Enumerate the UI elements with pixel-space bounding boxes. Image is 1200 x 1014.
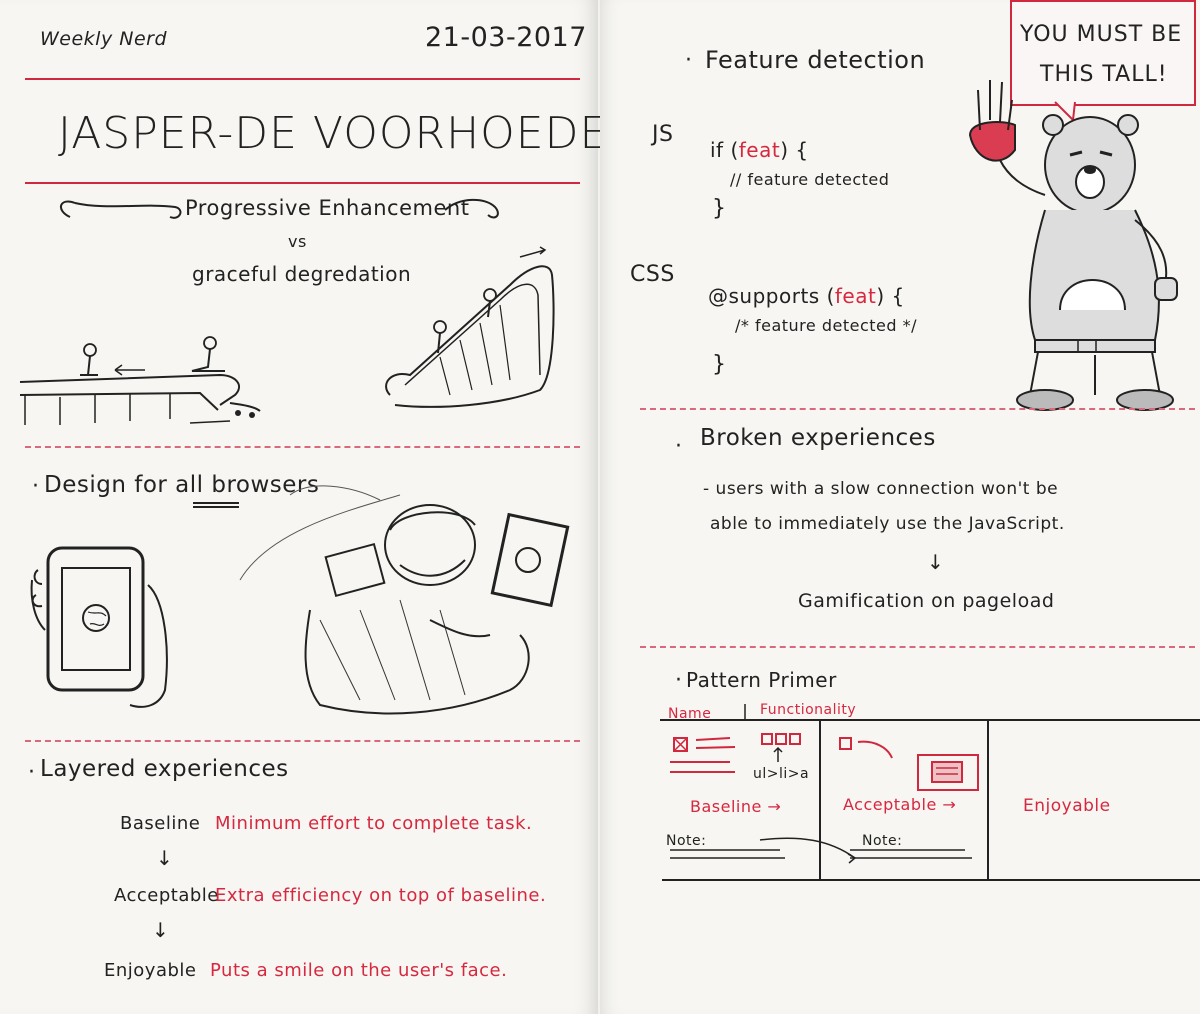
broken-text-2: able to immediately use the JavaScript. [710,514,1065,534]
level-arrow-2: ↓ [152,918,170,942]
section-divider-1 [25,446,580,448]
css-code-line-3: } [712,352,727,377]
pattern-bullet: · [675,668,683,693]
broken-text-1: - users with a slow connection won't be [703,479,1059,499]
broken-title: Broken experiences [700,425,936,451]
broken-arrow: ↓ [927,550,945,574]
js-brace: ) { [780,138,809,162]
level-acceptable-name: Acceptable [114,885,219,906]
topic1-subtitle: graceful degredation [192,262,412,286]
section-divider-r1 [640,408,1195,410]
broken-result: Gamification on pageload [798,590,1055,612]
level-baseline-name: Baseline [120,813,201,834]
topic1-vs: vs [288,232,307,251]
js-if: if ( [710,138,739,162]
css-code-line-1: @supports (feat) { [708,284,905,308]
pattern-label-enjoyable: Enjoyable [1023,796,1111,816]
js-label: JS [652,122,674,147]
person-with-tablet-sketch [239,485,570,715]
js-code-line-3: } [712,196,727,221]
feature-bullet: · [685,48,693,73]
speaker-title: JASPER-DE VOORHOEDE [58,108,609,159]
css-feat-keyword: feat [834,284,877,308]
topic1-title: Progressive Enhancement [185,196,470,220]
css-label: CSS [630,262,675,287]
swirl-decoration-right [444,198,499,219]
pattern-label-acceptable: Acceptable → [843,795,957,814]
header-label: Weekly Nerd [40,28,168,50]
js-code-line-1: if (feat) { [710,138,809,162]
topic2-bullet: · [32,474,40,499]
css-brace: ) { [876,284,905,308]
css-supports: @supports ( [708,284,835,308]
js-feat-keyword: feat [738,138,781,162]
level-arrow-1: ↓ [156,846,174,870]
escalator-sketch [385,246,555,408]
pattern-note-2: Note: [862,833,903,849]
level-enjoyable-desc: Puts a smile on the user's face. [210,960,508,981]
level-baseline-desc: Minimum effort to complete task. [215,813,533,834]
level-enjoyable-name: Enjoyable [104,960,197,981]
bear-sketch [968,80,1178,411]
js-code-line-2: // feature detected [730,170,890,189]
section-divider-2 [25,740,580,742]
right-page: · Feature detection JS if (feat) { // fe… [600,0,1200,1014]
swirl-decoration-left [60,200,182,219]
topic3-title: Layered experiences [40,756,289,782]
pattern-title: Pattern Primer [686,668,837,692]
pattern-note-1: Note: [666,833,707,849]
phone-in-hand-sketch [30,546,168,708]
pattern-label-baseline: Baseline → [690,797,782,816]
header-date: 21-03-2017 [425,22,587,53]
pattern-list-label: ul>li>a [753,766,810,782]
title-rule [25,182,580,184]
ramp-sketch [19,336,261,425]
section-divider-r2 [640,646,1195,648]
broken-bullet: · [675,434,683,459]
header-rule [25,78,580,80]
level-acceptable-desc: Extra efficiency on top of baseline. [215,885,547,906]
topic3-bullet: · [28,760,36,785]
bear-sign-line-1: YOU MUST BE [1020,22,1183,47]
css-code-line-2: /* feature detected */ [735,316,917,335]
left-page: Weekly Nerd 21-03-2017 JASPER-DE VOORHOE… [0,0,607,1014]
feature-title: Feature detection [705,46,926,74]
